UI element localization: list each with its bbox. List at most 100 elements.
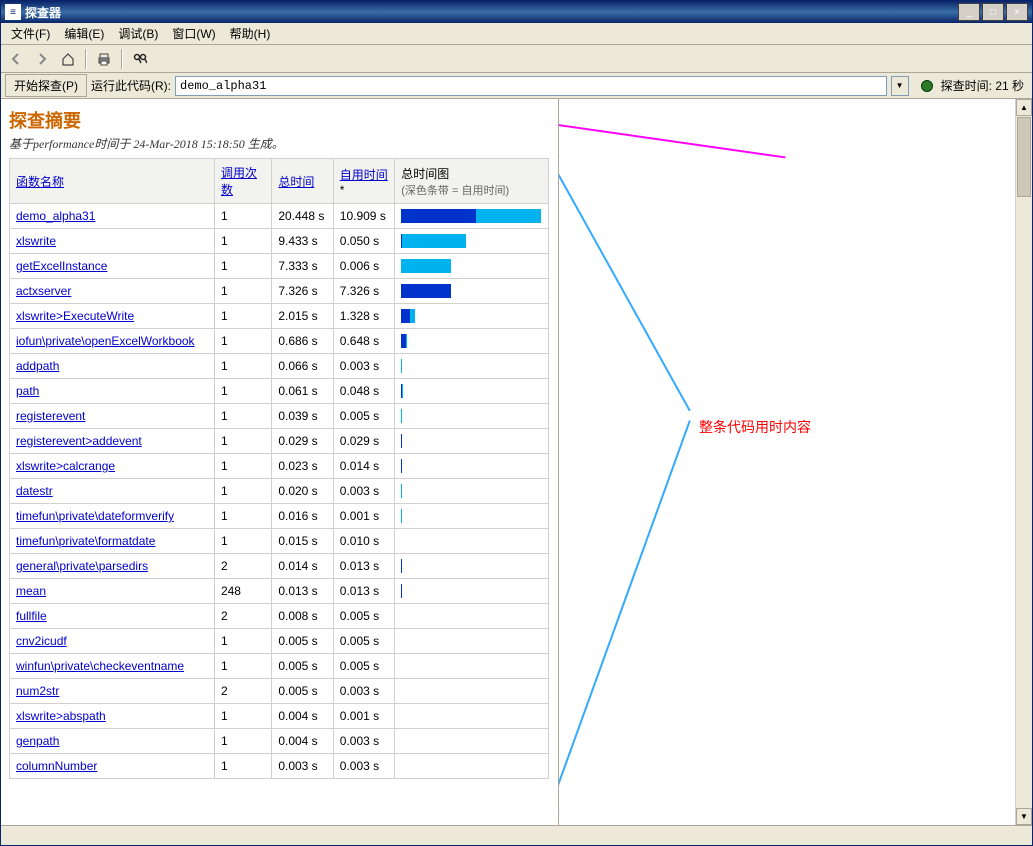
cell-total: 0.686 s: [272, 329, 333, 354]
cell-calls: 2: [214, 604, 271, 629]
cell-calls: 1: [214, 704, 271, 729]
maximize-button[interactable]: □: [982, 3, 1004, 21]
function-link[interactable]: num2str: [16, 684, 59, 698]
col-calls[interactable]: 调用次数: [214, 159, 271, 204]
menu-debug[interactable]: 调试(B): [112, 23, 164, 44]
cell-total: 0.016 s: [272, 504, 333, 529]
table-row: general\private\parsedirs20.014 s0.013 s: [10, 554, 549, 579]
table-row: xlswrite>ExecuteWrite12.015 s1.328 s: [10, 304, 549, 329]
content-area: 探查摘要 基于performance时间于 24-Mar-2018 15:18:…: [1, 99, 1032, 825]
scroll-down-button[interactable]: ▼: [1016, 808, 1032, 825]
print-button[interactable]: [93, 48, 115, 70]
cell-total: 0.008 s: [272, 604, 333, 629]
function-link[interactable]: xlswrite: [16, 234, 56, 248]
home-button[interactable]: [57, 48, 79, 70]
menu-file[interactable]: 文件(F): [5, 23, 56, 44]
cell-plot: [395, 254, 549, 279]
run-code-input[interactable]: [175, 76, 887, 96]
function-link[interactable]: xlswrite>abspath: [16, 709, 106, 723]
table-row: num2str20.005 s0.003 s: [10, 679, 549, 704]
table-row: path10.061 s0.048 s: [10, 379, 549, 404]
cell-total: 0.005 s: [272, 679, 333, 704]
table-row: genpath10.004 s0.003 s: [10, 729, 549, 754]
cell-plot: [395, 754, 549, 779]
function-link[interactable]: addpath: [16, 359, 59, 373]
function-link[interactable]: winfun\private\checkeventname: [16, 659, 184, 673]
run-code-dropdown[interactable]: ▼: [891, 76, 909, 96]
cell-calls: 1: [214, 479, 271, 504]
function-link[interactable]: general\private\parsedirs: [16, 559, 148, 573]
annotation-label: 整条代码用时内容: [699, 417, 811, 437]
cell-calls: 1: [214, 754, 271, 779]
cell-self: 0.003 s: [333, 754, 394, 779]
table-row: fullfile20.008 s0.005 s: [10, 604, 549, 629]
cell-calls: 1: [214, 529, 271, 554]
function-link[interactable]: fullfile: [16, 609, 47, 623]
start-profiling-button[interactable]: 开始探查(P): [5, 74, 87, 97]
col-self-time[interactable]: 自用时间*: [333, 159, 394, 204]
cell-self: 0.014 s: [333, 454, 394, 479]
cell-total: 0.013 s: [272, 579, 333, 604]
table-row: iofun\private\openExcelWorkbook10.686 s0…: [10, 329, 549, 354]
cell-self: 0.005 s: [333, 404, 394, 429]
profile-table: 函数名称 调用次数 总时间 自用时间* 总时间图(深色条带 = 自用时间) de…: [9, 158, 549, 779]
cell-calls: 1: [214, 204, 271, 229]
scroll-up-button[interactable]: ▲: [1016, 99, 1032, 116]
forward-button[interactable]: [31, 48, 53, 70]
function-link[interactable]: timefun\private\dateformverify: [16, 509, 174, 523]
function-link[interactable]: getExcelInstance: [16, 259, 107, 273]
function-link[interactable]: datestr: [16, 484, 53, 498]
function-link[interactable]: xlswrite>ExecuteWrite: [16, 309, 134, 323]
function-link[interactable]: mean: [16, 584, 46, 598]
cell-self: 0.005 s: [333, 654, 394, 679]
cell-total: 0.029 s: [272, 429, 333, 454]
cell-total: 0.020 s: [272, 479, 333, 504]
cell-self: 0.001 s: [333, 704, 394, 729]
find-button[interactable]: [129, 48, 151, 70]
cell-total: 0.004 s: [272, 729, 333, 754]
cell-calls: 1: [214, 354, 271, 379]
function-link[interactable]: actxserver: [16, 284, 71, 298]
cell-plot: [395, 504, 549, 529]
function-link[interactable]: iofun\private\openExcelWorkbook: [16, 334, 195, 348]
table-row: demo_alpha31120.448 s10.909 s: [10, 204, 549, 229]
col-total-time[interactable]: 总时间: [272, 159, 333, 204]
cell-total: 0.003 s: [272, 754, 333, 779]
cell-plot: [395, 629, 549, 654]
function-link[interactable]: registerevent>addevent: [16, 434, 142, 448]
function-link[interactable]: registerevent: [16, 409, 85, 423]
minimize-button[interactable]: _: [958, 3, 980, 21]
function-link[interactable]: genpath: [16, 734, 59, 748]
function-link[interactable]: demo_alpha31: [16, 209, 95, 223]
table-row: xlswrite>abspath 10.004 s0.001 s: [10, 704, 549, 729]
cell-calls: 1: [214, 229, 271, 254]
status-indicator-icon: [921, 80, 933, 92]
function-link[interactable]: cnv2icudf: [16, 634, 67, 648]
menubar: 文件(F) 编辑(E) 调试(B) 窗口(W) 帮助(H): [1, 23, 1032, 45]
run-bar: 开始探查(P) 运行此代码(R): ▼ 探查时间: 21 秒: [1, 73, 1032, 99]
cell-total: 0.066 s: [272, 354, 333, 379]
profile-summary-pane: 探查摘要 基于performance时间于 24-Mar-2018 15:18:…: [1, 99, 559, 825]
cell-total: 2.015 s: [272, 304, 333, 329]
cell-self: 0.048 s: [333, 379, 394, 404]
back-button[interactable]: [5, 48, 27, 70]
menu-help[interactable]: 帮助(H): [224, 23, 277, 44]
cell-calls: 1: [214, 379, 271, 404]
function-link[interactable]: columnNumber: [16, 759, 97, 773]
close-button[interactable]: ×: [1006, 3, 1028, 21]
cell-self: 0.029 s: [333, 429, 394, 454]
cell-plot: [395, 404, 549, 429]
table-row: cnv2icudf10.005 s0.005 s: [10, 629, 549, 654]
scroll-thumb[interactable]: [1017, 117, 1031, 197]
menu-edit[interactable]: 编辑(E): [58, 23, 110, 44]
cell-plot: [395, 379, 549, 404]
function-link[interactable]: xlswrite>calcrange: [16, 459, 115, 473]
function-link[interactable]: timefun\private\formatdate: [16, 534, 155, 548]
col-function-name[interactable]: 函数名称: [10, 159, 215, 204]
cell-plot: [395, 279, 549, 304]
vertical-scrollbar[interactable]: ▲ ▼: [1015, 99, 1032, 825]
function-link[interactable]: path: [16, 384, 39, 398]
table-row: xlswrite>calcrange10.023 s0.014 s: [10, 454, 549, 479]
menu-window[interactable]: 窗口(W): [166, 23, 221, 44]
cell-total: 0.004 s: [272, 704, 333, 729]
